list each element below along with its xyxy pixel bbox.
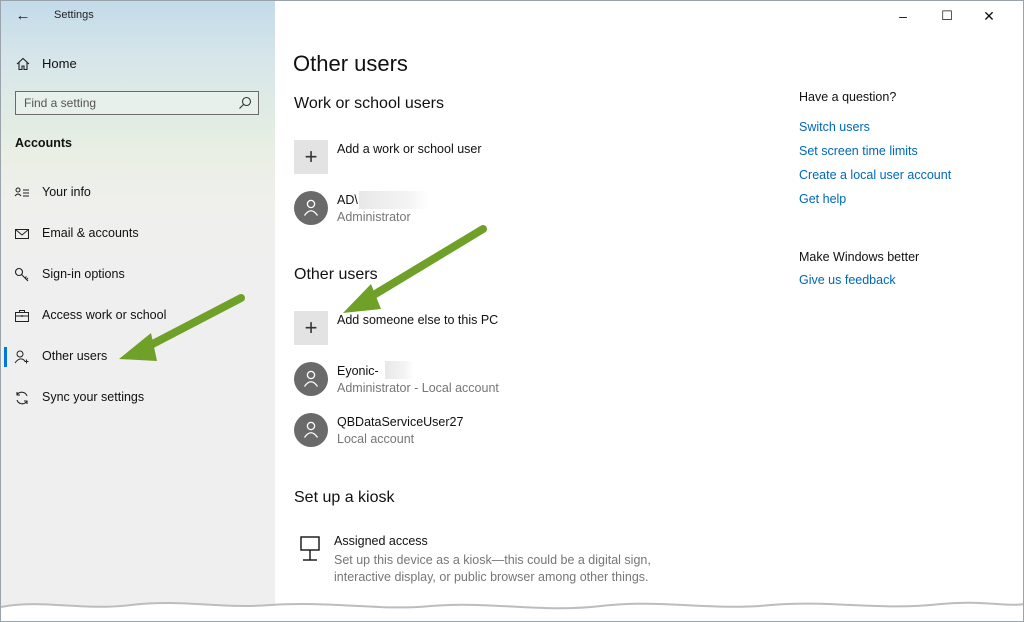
person-icon [303,199,319,216]
nav-home-label: Home [42,56,77,71]
nav-item-access-work-school[interactable]: Access work or school [1,303,275,329]
plus-icon: + [304,315,318,340]
nav-item-email-accounts[interactable]: Email & accounts [1,221,275,247]
nav-item-sync-settings[interactable]: Sync your settings [1,385,275,411]
sidebar: ← Settings Home Accounts [1,1,275,621]
kiosk-icon [300,536,320,561]
add-someone-label[interactable]: Add someone else to this PC [337,313,498,327]
section-heading-accounts: Accounts [15,136,72,150]
active-indicator [4,347,7,367]
settings-window: ← Settings Home Accounts [0,0,1024,622]
add-someone-button[interactable]: + [294,311,328,345]
nav-item-your-info[interactable]: Your info [1,180,275,206]
search-box[interactable] [15,91,259,115]
plus-icon: + [304,144,318,169]
help-heading: Have a question? [799,90,897,104]
assigned-access-link[interactable]: Assigned access [334,534,428,548]
key-icon [14,267,29,282]
window-controls: – ☐ ✕ [883,1,1023,31]
switch-users-link[interactable]: Switch users [799,120,870,134]
person-icon [303,421,319,438]
person-add-icon [14,350,29,364]
user-role: Local account [337,432,415,446]
user-name: Eyonic- [337,364,379,378]
back-button[interactable]: ← [13,7,33,25]
user-name: QBDataServiceUser27 [337,415,464,429]
person-icon [303,370,319,387]
section-heading-kiosk: Set up a kiosk [294,489,395,506]
nav-item-sign-in-options[interactable]: Sign-in options [1,262,275,288]
nav-item-label: Access work or school [42,308,167,322]
maximize-button[interactable]: ☐ [927,5,967,27]
briefcase-icon [15,310,29,322]
home-icon [16,57,30,71]
user-role: Administrator [337,210,411,224]
sync-icon [16,391,28,405]
assigned-access-description: Set up this device as a kiosk—this could… [334,553,651,584]
torn-edge [1,601,1023,621]
user-role: Administrator - Local account [337,381,499,395]
nav-item-label: Other users [42,349,108,363]
nav-item-other-users[interactable]: Other users [1,344,275,370]
close-button[interactable]: ✕ [969,5,1009,27]
title-bar: ← Settings [1,1,275,31]
screen-time-link[interactable]: Set screen time limits [799,144,918,158]
get-help-link[interactable]: Get help [799,192,846,206]
user-avatar[interactable] [294,362,328,396]
nav-item-label: Email & accounts [42,226,139,240]
redacted-text [385,361,413,379]
section-heading-other-users: Other users [294,266,378,283]
user-avatar[interactable] [294,413,328,447]
add-work-user-label[interactable]: Add a work or school user [337,142,482,156]
redacted-text [359,191,429,209]
nav-item-label: Your info [42,185,91,199]
feedback-link[interactable]: Give us feedback [799,273,896,287]
user-name: AD\ [337,193,358,207]
nav-home[interactable]: Home [1,53,275,75]
app-title: Settings [54,9,94,21]
user-avatar[interactable] [294,191,328,225]
minimize-button[interactable]: – [883,5,923,27]
page-title: Other users [293,51,408,76]
search-icon[interactable] [238,96,252,110]
create-local-account-link[interactable]: Create a local user account [799,168,951,182]
feedback-heading: Make Windows better [799,250,920,264]
envelope-icon [15,229,29,239]
add-work-user-button[interactable]: + [294,140,328,174]
nav-item-label: Sign-in options [42,267,125,281]
person-card-icon [14,187,29,197]
nav-item-label: Sync your settings [42,390,145,404]
section-heading-work-school: Work or school users [294,95,444,112]
search-input[interactable] [24,95,234,111]
